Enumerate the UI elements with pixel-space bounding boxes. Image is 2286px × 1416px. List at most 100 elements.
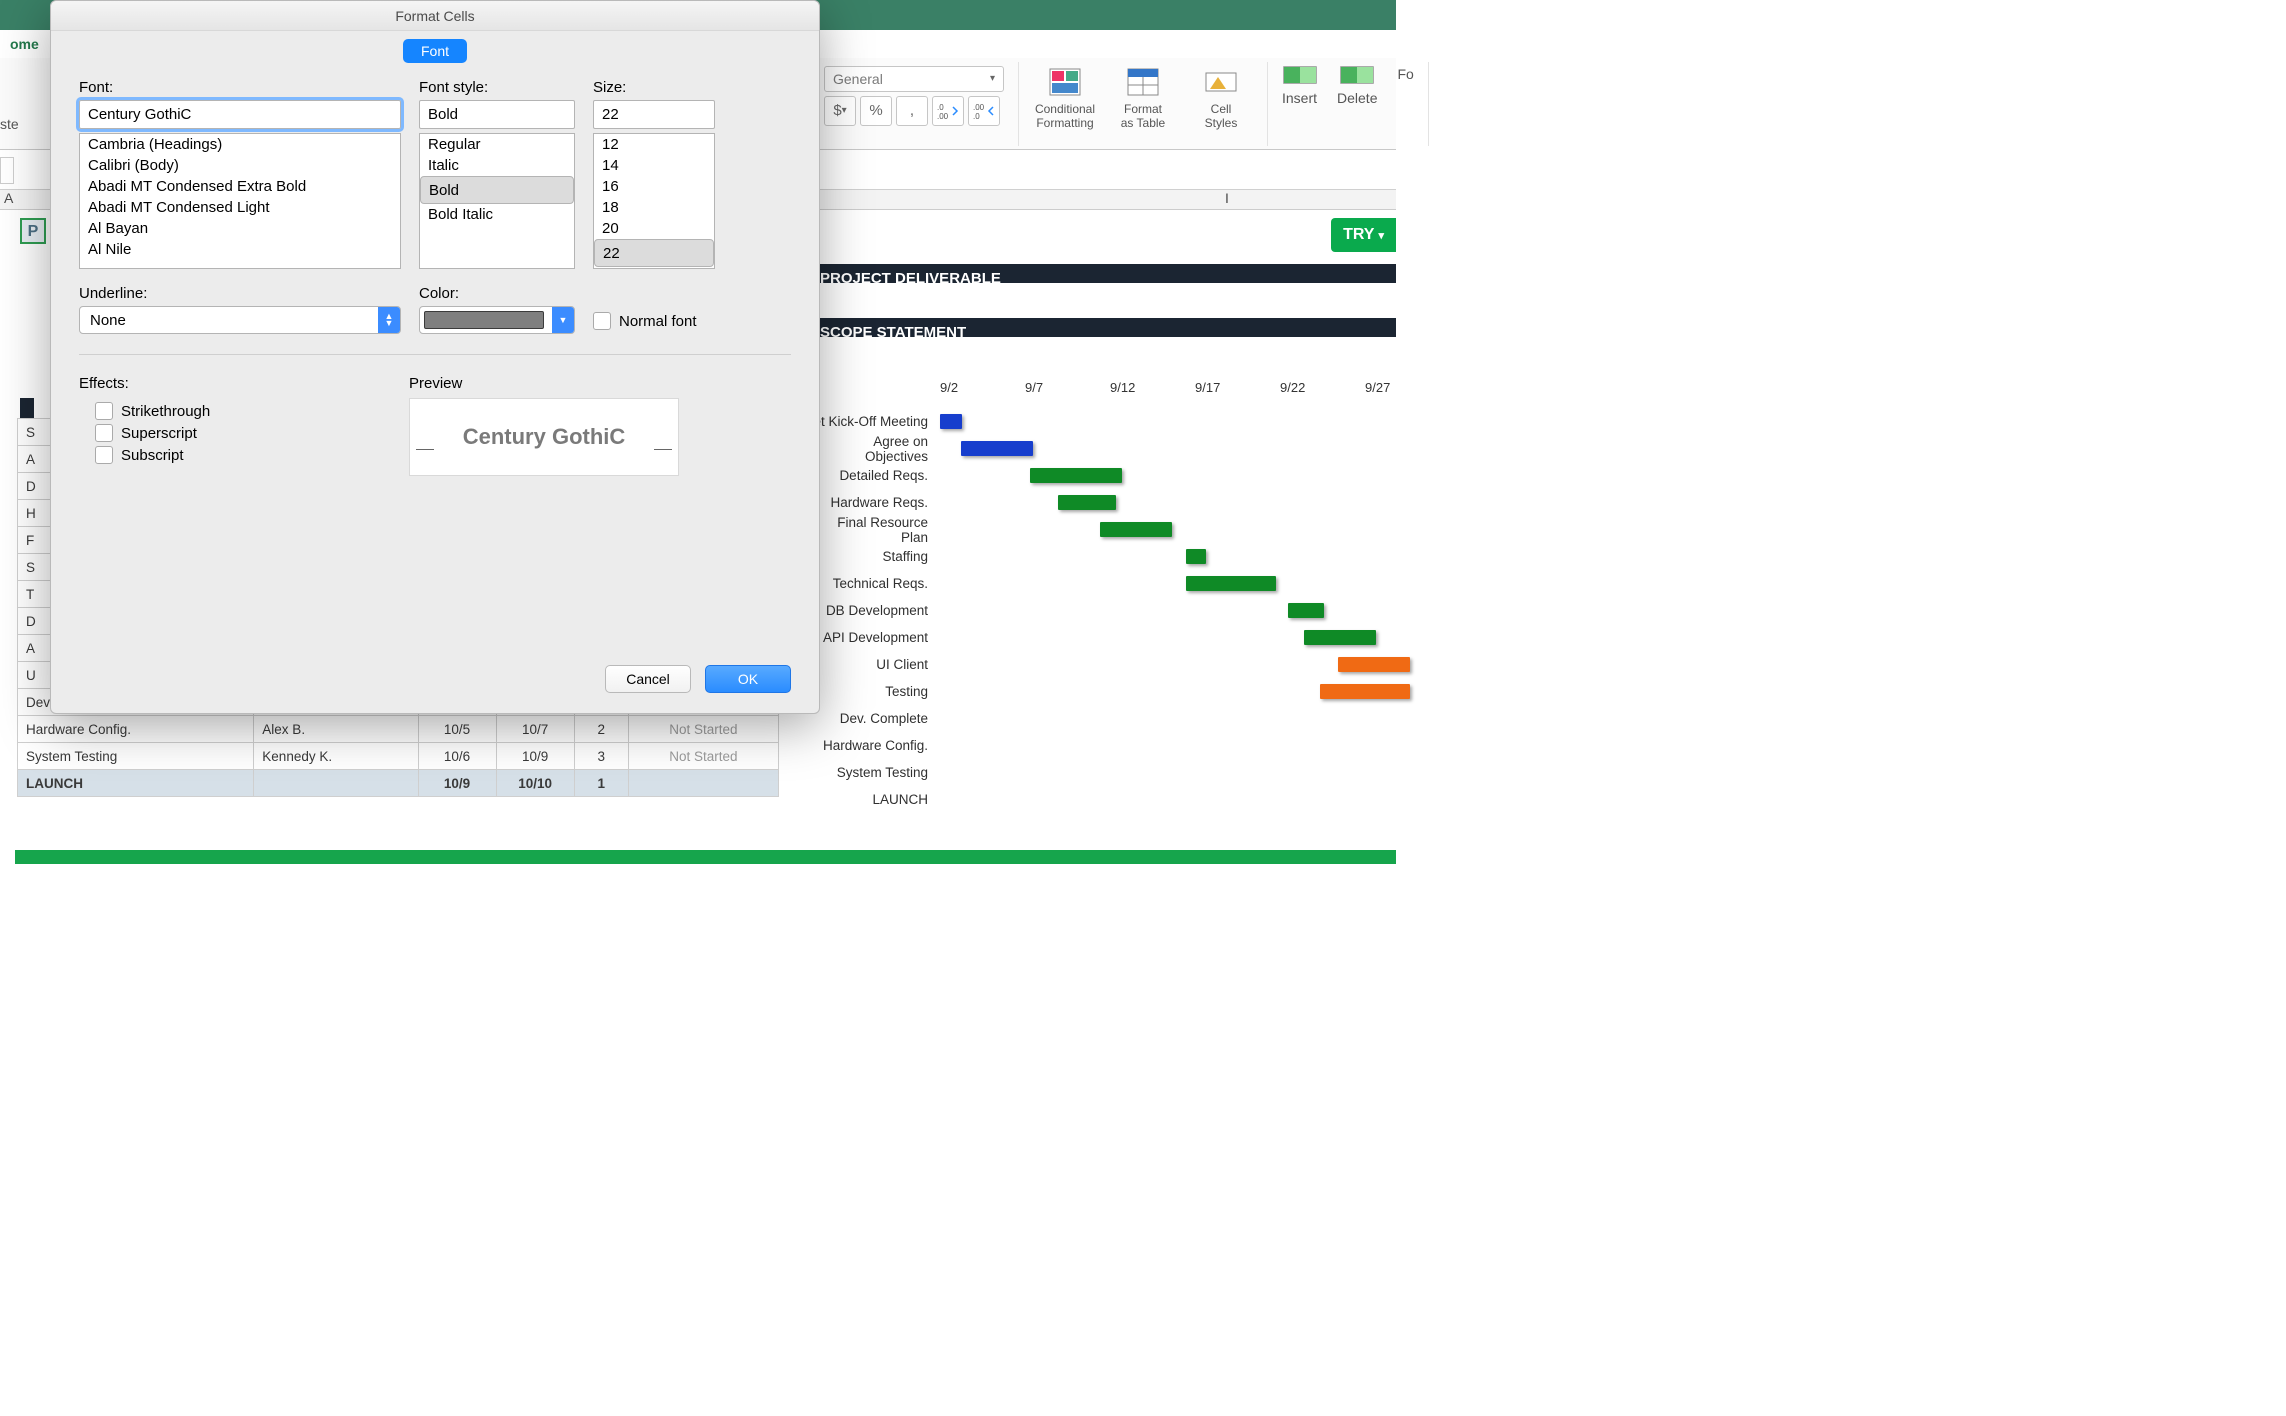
increase-decimal-icon: .0.00 — [937, 102, 959, 120]
font-input[interactable] — [79, 100, 401, 129]
gantt-date-label: 9/7 — [1025, 380, 1043, 395]
underline-field: Underline: None ▲▼ — [79, 285, 401, 334]
font-option[interactable]: Al Nile — [80, 239, 400, 260]
strikethrough-label: Strikethrough — [121, 403, 210, 420]
color-label: Color: — [419, 285, 575, 302]
format-button[interactable]: Fo — [1397, 66, 1413, 82]
insert-label: Insert — [1282, 90, 1317, 106]
gantt-bar — [1030, 468, 1122, 483]
color-select[interactable]: ▼ — [419, 306, 575, 334]
table-row[interactable]: System TestingKennedy K.10/610/93Not Sta… — [18, 743, 779, 770]
font-option[interactable]: Abadi MT Condensed Light — [80, 197, 400, 218]
svg-text:.00: .00 — [973, 103, 985, 112]
sub-row: Subscript — [95, 446, 339, 464]
size-label: Size: — [593, 79, 715, 96]
size-option[interactable]: 14 — [594, 155, 714, 176]
percent-button[interactable]: % — [860, 96, 892, 126]
styles-group: Conditional Formatting Format as Table C… — [1019, 62, 1268, 146]
preview-group: Preview Century GothiC — [409, 375, 679, 476]
gantt-date-axis: 9/29/79/129/179/229/27 — [810, 380, 1396, 404]
effects-group: Effects: Strikethrough Superscript Subsc… — [79, 375, 339, 476]
style-option[interactable]: Bold Italic — [420, 204, 574, 225]
format-table-label: Format as Table — [1121, 102, 1165, 130]
dialog-tabs: Font — [51, 31, 819, 71]
col-a-header[interactable]: A — [4, 190, 13, 206]
gantt-bar — [961, 441, 1033, 456]
font-listbox[interactable]: Cambria (Headings)Calibri (Body)Abadi MT… — [79, 133, 401, 269]
gantt-row: DB Development — [810, 597, 1396, 624]
gantt-date-label: 9/27 — [1365, 380, 1390, 395]
underline-select[interactable]: None ▲▼ — [79, 306, 401, 334]
gantt-task-label: Staffing — [882, 549, 928, 564]
subscript-checkbox[interactable] — [95, 446, 113, 464]
decrease-decimal-button[interactable]: .00.0 — [968, 96, 1000, 126]
size-option[interactable]: 18 — [594, 197, 714, 218]
table-row[interactable]: Hardware Config.Alex B.10/510/72Not Star… — [18, 716, 779, 743]
dialog-title: Format Cells — [51, 1, 819, 31]
style-input[interactable] — [419, 100, 575, 129]
cell-styles-button[interactable]: Cell Styles — [1189, 66, 1253, 130]
superscript-checkbox[interactable] — [95, 424, 113, 442]
conditional-label: Conditional Formatting — [1035, 102, 1095, 130]
number-format-group: General ▾ $▾ % , .0.00 .00.0 — [810, 62, 1019, 146]
gantt-date-label: 9/22 — [1280, 380, 1305, 395]
gantt-row: Hardware Reqs. — [810, 489, 1396, 516]
tab-home[interactable]: ome — [0, 32, 49, 56]
style-option[interactable]: Bold — [420, 176, 574, 204]
size-option[interactable]: 22 — [594, 239, 714, 267]
insert-button[interactable]: Insert — [1282, 66, 1317, 106]
conditional-formatting-button[interactable]: Conditional Formatting — [1033, 66, 1097, 130]
normal-font-checkbox[interactable] — [593, 312, 611, 330]
increase-decimal-button[interactable]: .0.00 — [932, 96, 964, 126]
gantt-task-label: Final Resource Plan — [810, 515, 928, 545]
style-listbox[interactable]: RegularItalicBoldBold Italic — [419, 133, 575, 269]
gantt-row: System Testing — [810, 759, 1396, 786]
gantt-row: Testing — [810, 678, 1396, 705]
delete-button[interactable]: Delete — [1337, 66, 1377, 106]
try-badge[interactable]: TRY ▾ — [1331, 218, 1396, 252]
gantt-task-label: Dev. Complete — [840, 711, 928, 726]
gantt-task-label: API Development — [823, 630, 928, 645]
format-as-table-button[interactable]: Format as Table — [1111, 66, 1175, 130]
style-option[interactable]: Regular — [420, 134, 574, 155]
strikethrough-checkbox[interactable] — [95, 402, 113, 420]
gantt-bar — [1186, 549, 1206, 564]
gantt-bar — [1338, 657, 1410, 672]
size-option[interactable]: 12 — [594, 134, 714, 155]
format-label: Fo — [1397, 66, 1413, 82]
gantt-task-label: System Testing — [837, 765, 928, 780]
number-format-select[interactable]: General ▾ — [824, 66, 1004, 92]
comma-button[interactable]: , — [896, 96, 928, 126]
cell-styles-icon — [1203, 66, 1239, 98]
gantt-row: Agree on Objectives — [810, 435, 1396, 462]
size-option[interactable]: 16 — [594, 176, 714, 197]
preview-label: Preview — [409, 375, 679, 392]
font-option[interactable]: Cambria (Headings) — [80, 134, 400, 155]
tab-font[interactable]: Font — [403, 39, 467, 63]
cancel-button[interactable]: Cancel — [605, 665, 691, 693]
gantt-row: LAUNCH — [810, 786, 1396, 813]
gantt-bar — [940, 414, 962, 429]
selected-cell[interactable]: P — [20, 218, 46, 244]
ok-button[interactable]: OK — [705, 665, 791, 693]
super-row: Superscript — [95, 424, 339, 442]
table-row[interactable]: LAUNCH10/910/101 — [18, 770, 779, 797]
normal-font-row: Normal font — [593, 312, 697, 330]
size-listbox[interactable]: 121416182022 — [593, 133, 715, 269]
chevron-down-icon: ▾ — [990, 73, 995, 84]
size-input[interactable] — [593, 100, 715, 129]
effects-label: Effects: — [79, 375, 339, 392]
currency-button[interactable]: $▾ — [824, 96, 856, 126]
svg-text:.0: .0 — [937, 103, 944, 112]
gantt-task-label: DB Development — [826, 603, 928, 618]
name-box[interactable] — [0, 157, 14, 184]
font-option[interactable]: Calibri (Body) — [80, 155, 400, 176]
font-option[interactable]: Al Bayan — [80, 218, 400, 239]
size-field: Size: 121416182022 — [593, 79, 715, 269]
size-option[interactable]: 20 — [594, 218, 714, 239]
style-option[interactable]: Italic — [420, 155, 574, 176]
gantt-task-label: et Kick-Off Meeting — [813, 414, 928, 429]
col-i-header[interactable]: I — [1225, 190, 1229, 206]
delete-label: Delete — [1337, 90, 1377, 106]
font-option[interactable]: Abadi MT Condensed Extra Bold — [80, 176, 400, 197]
